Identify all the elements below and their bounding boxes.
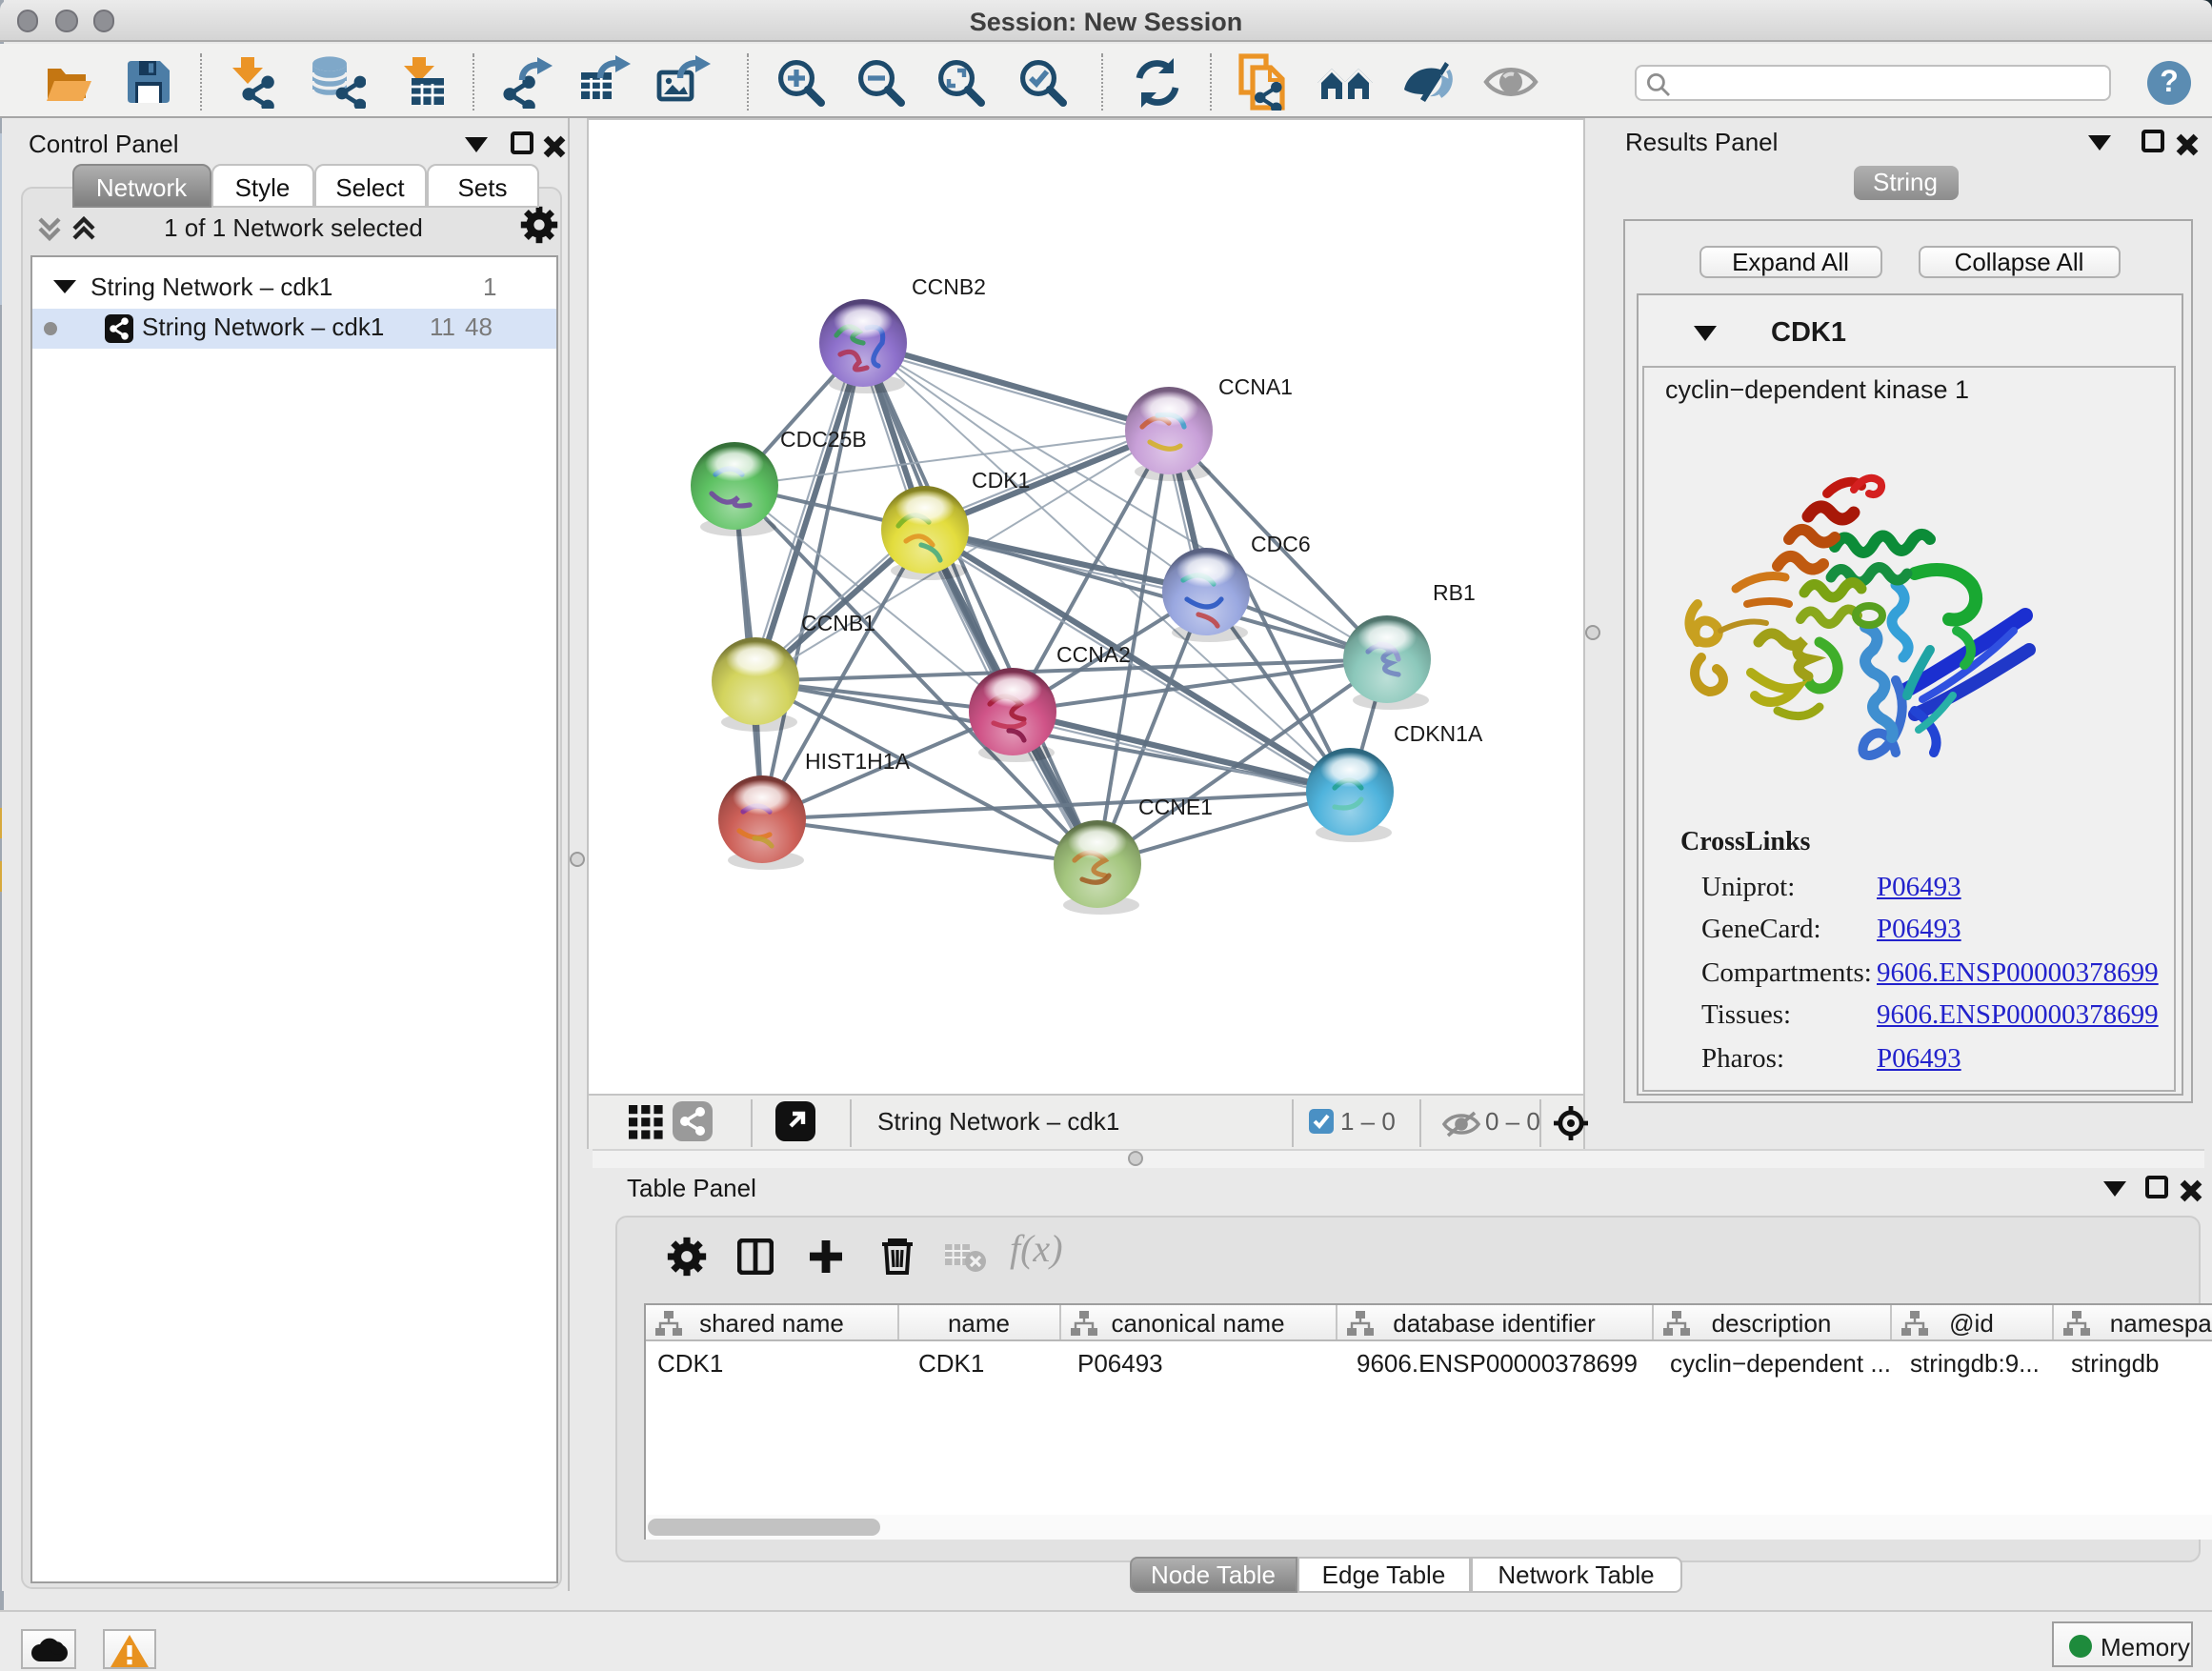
svg-text:CDKN1A: CDKN1A — [1393, 720, 1482, 745]
svg-text:CDK1: CDK1 — [971, 467, 1029, 492]
svg-text:HIST1H1A: HIST1H1A — [804, 748, 910, 773]
svg-text:CCNB1: CCNB1 — [800, 610, 875, 634]
svg-text:CDC25B: CDC25B — [779, 426, 866, 451]
svg-text:CCNA1: CCNA1 — [1217, 373, 1292, 398]
svg-text:RB1: RB1 — [1432, 579, 1475, 604]
svg-text:CDC6: CDC6 — [1250, 531, 1310, 555]
svg-text:CCNE1: CCNE1 — [1137, 794, 1212, 818]
svg-text:CCNB2: CCNB2 — [911, 273, 985, 298]
svg-text:CCNA2: CCNA2 — [1056, 641, 1130, 666]
